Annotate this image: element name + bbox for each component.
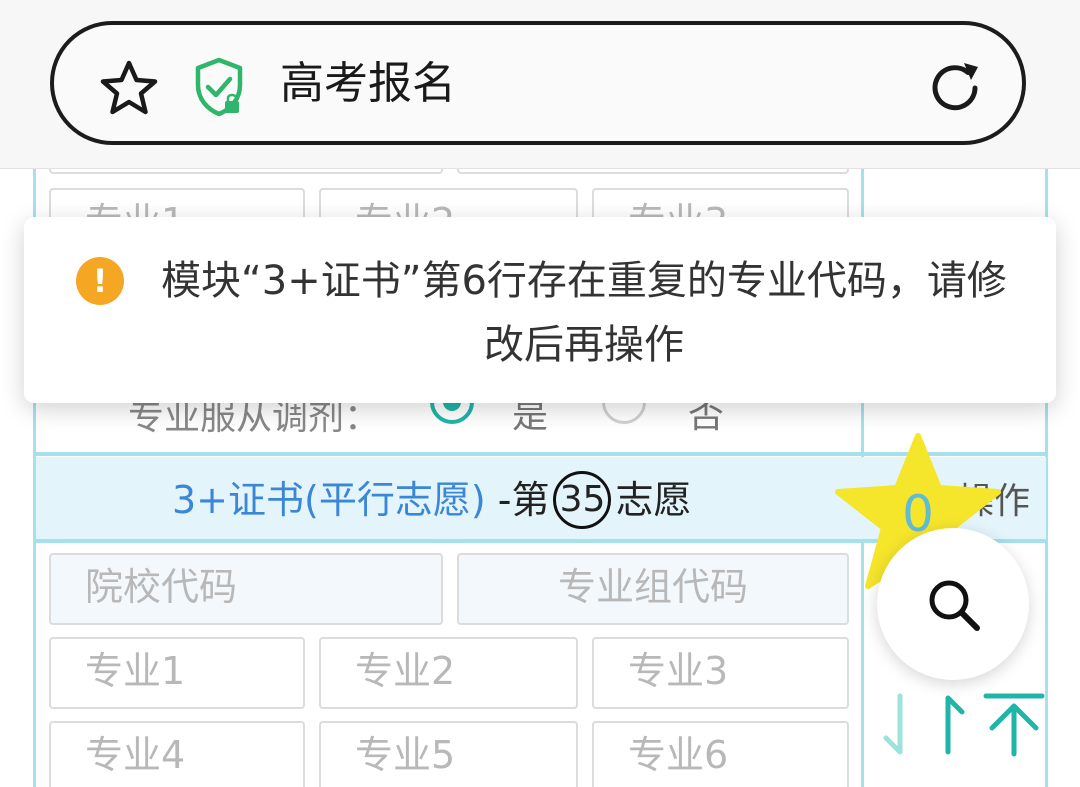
major-6-input[interactable]: 专业6 <box>592 721 849 787</box>
toast-message: 模块“3+证书”第6行存在重复的专业代码，请修改后再操作 <box>161 258 1007 368</box>
address-bar[interactable]: 高考报名 <box>50 21 1026 145</box>
group-code-input[interactable]: 专业组代码 <box>457 553 849 625</box>
secure-shield-icon <box>195 57 243 117</box>
browser-toolbar: 高考报名 <box>0 0 1080 169</box>
major-4-input[interactable]: 专业4 <box>49 721 305 787</box>
error-toast: ! 模块“3+证书”第6行存在重复的专业代码，请修改后再操作 <box>24 217 1056 403</box>
major-1-input[interactable]: 专业1 <box>49 637 305 709</box>
scroll-top-icon[interactable] <box>983 693 1045 757</box>
adjust-label: 专业服从调剂： <box>128 397 381 438</box>
volunteer-number: 35 <box>553 470 612 529</box>
major-5-input[interactable]: 专业5 <box>319 721 578 787</box>
star-outline-icon[interactable] <box>100 59 158 117</box>
major-3-input[interactable]: 专业3 <box>592 637 849 709</box>
school-code-input[interactable]: 院校代码 <box>49 553 443 625</box>
major-2-input[interactable]: 专业2 <box>319 637 578 709</box>
search-icon <box>929 580 980 631</box>
scroll-up-icon[interactable] <box>945 695 965 755</box>
section-title-suffix: 志愿 <box>615 478 692 522</box>
section-title-prefix: -第 <box>485 478 550 522</box>
page-title: 高考报名 <box>280 58 456 109</box>
search-button[interactable] <box>877 528 1029 680</box>
scroll-down-icon[interactable] <box>883 693 903 755</box>
section-title: 3+证书(平行志愿) -第 35 志愿 <box>172 470 691 532</box>
scroll-controls <box>883 693 1045 757</box>
warning-icon: ! <box>76 257 124 305</box>
reload-icon[interactable] <box>926 59 984 117</box>
section-title-module: 3+证书(平行志愿) <box>172 478 486 522</box>
